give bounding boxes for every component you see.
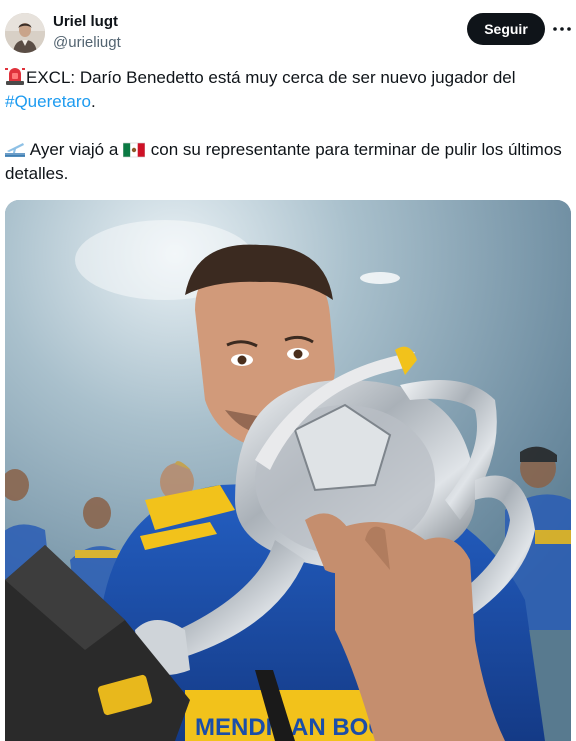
trophy-photo: MENDIGAN BOCA bbox=[5, 200, 571, 741]
follow-button[interactable]: Seguir bbox=[467, 13, 545, 45]
rotating-light-emoji bbox=[5, 68, 25, 85]
mexico-flag-emoji bbox=[123, 142, 146, 158]
tweet-line-2a: Ayer viajó a bbox=[26, 140, 124, 159]
tweet-text: EXCL: Darío Benedetto está muy cerca de … bbox=[5, 66, 565, 186]
avatar[interactable] bbox=[5, 13, 45, 53]
more-options-button[interactable] bbox=[550, 17, 574, 41]
tweet-paragraph-2: Ayer viajó a con su representante para t… bbox=[5, 138, 565, 186]
more-horizontal-icon bbox=[553, 27, 571, 31]
hashtag-suffix: . bbox=[91, 92, 96, 111]
author-handle[interactable]: @urieliugt bbox=[53, 34, 121, 52]
tweet-paragraph-1: EXCL: Darío Benedetto está muy cerca de … bbox=[5, 66, 565, 114]
tweet-media-image[interactable]: MENDIGAN BOCA bbox=[5, 200, 571, 741]
airplane-departure-emoji bbox=[5, 143, 25, 157]
tweet-line-1: EXCL: Darío Benedetto está muy cerca de … bbox=[26, 68, 516, 87]
author-name[interactable]: Uriel lugt bbox=[53, 13, 118, 31]
avatar-photo bbox=[5, 13, 45, 53]
hashtag-link[interactable]: #Queretaro bbox=[5, 92, 91, 111]
